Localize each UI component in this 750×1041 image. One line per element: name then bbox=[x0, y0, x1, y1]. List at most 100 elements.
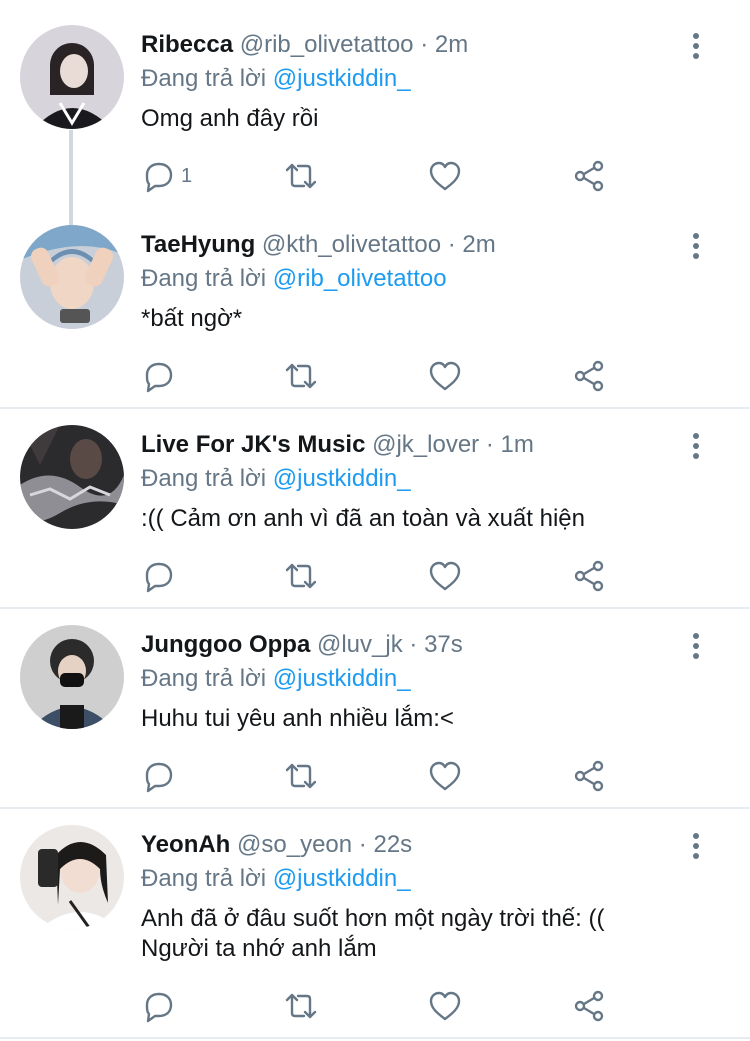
more-icon[interactable] bbox=[684, 30, 708, 62]
tweet-text: Huhu tui yêu anh nhiều lắm:< bbox=[141, 705, 454, 732]
like-button[interactable] bbox=[428, 756, 462, 796]
avatar[interactable] bbox=[20, 625, 124, 729]
like-icon bbox=[429, 991, 461, 1021]
retweet-button[interactable] bbox=[284, 156, 318, 196]
tweet[interactable]: Ribecca @rib_olivetattoo · 2m Đang trả l… bbox=[0, 0, 750, 225]
separator-dot: · bbox=[409, 631, 418, 658]
avatar[interactable] bbox=[20, 225, 124, 329]
retweet-icon bbox=[285, 563, 317, 589]
action-bar: 1 bbox=[141, 156, 621, 196]
separator-dot: · bbox=[485, 431, 494, 458]
reply-context: Đang trả lời @justkiddin_ bbox=[141, 664, 411, 694]
more-icon[interactable] bbox=[684, 830, 708, 862]
like-button[interactable] bbox=[428, 356, 462, 396]
reply-count: 1 bbox=[181, 164, 193, 187]
reply-context: Đang trả lời @justkiddin_ bbox=[141, 464, 411, 494]
reply-prefix: Đang trả lời bbox=[141, 265, 267, 292]
retweet-button[interactable] bbox=[284, 756, 318, 796]
user-handle[interactable]: @rib_olivetattoo bbox=[240, 31, 414, 58]
retweet-button[interactable] bbox=[284, 556, 318, 596]
display-name[interactable]: TaeHyung bbox=[141, 231, 255, 258]
reply-icon bbox=[145, 762, 173, 793]
tweet-header: Ribecca @rib_olivetattoo · 2m bbox=[141, 30, 468, 60]
tweet-header: Live For JK's Music @jk_lover · 1m bbox=[141, 430, 534, 460]
like-button[interactable] bbox=[428, 986, 462, 1026]
action-bar bbox=[141, 556, 621, 596]
tweet-header: YeonAh @so_yeon · 22s bbox=[141, 830, 412, 860]
action-bar bbox=[141, 756, 621, 796]
share-button[interactable] bbox=[572, 356, 606, 396]
user-handle[interactable]: @jk_lover bbox=[372, 431, 479, 458]
share-button[interactable] bbox=[572, 556, 606, 596]
reply-prefix: Đang trả lời bbox=[141, 865, 267, 892]
retweet-icon bbox=[285, 993, 317, 1019]
share-icon bbox=[574, 560, 604, 592]
reply-button[interactable] bbox=[141, 356, 181, 396]
timestamp[interactable]: 37s bbox=[424, 631, 463, 658]
tweet[interactable]: Live For JK's Music @jk_lover · 1m Đang … bbox=[0, 400, 750, 608]
tweet[interactable]: Junggoo Oppa @luv_jk · 37s Đang trả lời … bbox=[0, 600, 750, 808]
reply-prefix: Đang trả lời bbox=[141, 65, 267, 92]
more-icon[interactable] bbox=[684, 430, 708, 462]
reply-prefix: Đang trả lời bbox=[141, 665, 267, 692]
retweet-button[interactable] bbox=[284, 356, 318, 396]
more-icon[interactable] bbox=[684, 230, 708, 262]
reply-icon bbox=[145, 992, 173, 1023]
mention-link[interactable]: @justkiddin_ bbox=[273, 465, 411, 492]
reply-context: Đang trả lời @justkiddin_ bbox=[141, 864, 411, 894]
like-icon bbox=[429, 161, 461, 191]
tweet-text: Omg anh đây rồi bbox=[141, 105, 319, 132]
like-icon bbox=[429, 361, 461, 391]
share-icon bbox=[574, 760, 604, 792]
action-bar bbox=[141, 356, 621, 396]
reply-button[interactable] bbox=[141, 756, 181, 796]
timestamp[interactable]: 1m bbox=[501, 431, 534, 458]
retweet-icon bbox=[285, 163, 317, 189]
display-name[interactable]: Ribecca bbox=[141, 31, 233, 58]
more-icon[interactable] bbox=[684, 630, 708, 662]
reply-icon bbox=[145, 362, 173, 393]
like-button[interactable] bbox=[428, 156, 462, 196]
avatar[interactable] bbox=[20, 825, 124, 929]
reply-prefix: Đang trả lời bbox=[141, 465, 267, 492]
user-handle[interactable]: @kth_olivetattoo bbox=[262, 231, 441, 258]
tweet[interactable]: TaeHyung @kth_olivetattoo · 2m Đang trả … bbox=[0, 200, 750, 408]
separator-dot: · bbox=[358, 831, 367, 858]
like-icon bbox=[429, 761, 461, 791]
reply-icon bbox=[145, 162, 173, 193]
timestamp[interactable]: 22s bbox=[373, 831, 412, 858]
avatar[interactable] bbox=[20, 25, 124, 129]
display-name[interactable]: Junggoo Oppa bbox=[141, 631, 310, 658]
timestamp[interactable]: 2m bbox=[462, 231, 495, 258]
like-button[interactable] bbox=[428, 556, 462, 596]
share-button[interactable] bbox=[572, 156, 606, 196]
separator-dot: · bbox=[420, 31, 429, 58]
divider bbox=[0, 1037, 750, 1039]
tweet-text: :(( Cảm ơn anh vì đã an toàn và xuất hiệ… bbox=[141, 505, 585, 532]
display-name[interactable]: Live For JK's Music bbox=[141, 431, 365, 458]
mention-link[interactable]: @rib_olivetattoo bbox=[273, 265, 447, 292]
tweet-header: TaeHyung @kth_olivetattoo · 2m bbox=[141, 230, 496, 260]
retweet-button[interactable] bbox=[284, 986, 318, 1026]
mention-link[interactable]: @justkiddin_ bbox=[273, 65, 411, 92]
tweet-header: Junggoo Oppa @luv_jk · 37s bbox=[141, 630, 463, 660]
timestamp[interactable]: 2m bbox=[435, 31, 468, 58]
mention-link[interactable]: @justkiddin_ bbox=[273, 865, 411, 892]
share-button[interactable] bbox=[572, 986, 606, 1026]
like-icon bbox=[429, 561, 461, 591]
reply-button[interactable] bbox=[141, 556, 181, 596]
reply-context: Đang trả lời @rib_olivetattoo bbox=[141, 264, 447, 294]
user-handle[interactable]: @so_yeon bbox=[237, 831, 352, 858]
reply-button[interactable] bbox=[141, 986, 181, 1026]
tweet[interactable]: YeonAh @so_yeon · 22s Đang trả lời @just… bbox=[0, 800, 750, 1040]
reply-button[interactable]: 1 bbox=[141, 156, 192, 196]
avatar[interactable] bbox=[20, 425, 124, 529]
share-button[interactable] bbox=[572, 756, 606, 796]
share-icon bbox=[574, 990, 604, 1022]
user-handle[interactable]: @luv_jk bbox=[317, 631, 403, 658]
display-name[interactable]: YeonAh bbox=[141, 831, 230, 858]
share-icon bbox=[574, 360, 604, 392]
share-icon bbox=[574, 160, 604, 192]
reply-context: Đang trả lời @justkiddin_ bbox=[141, 64, 411, 94]
mention-link[interactable]: @justkiddin_ bbox=[273, 665, 411, 692]
